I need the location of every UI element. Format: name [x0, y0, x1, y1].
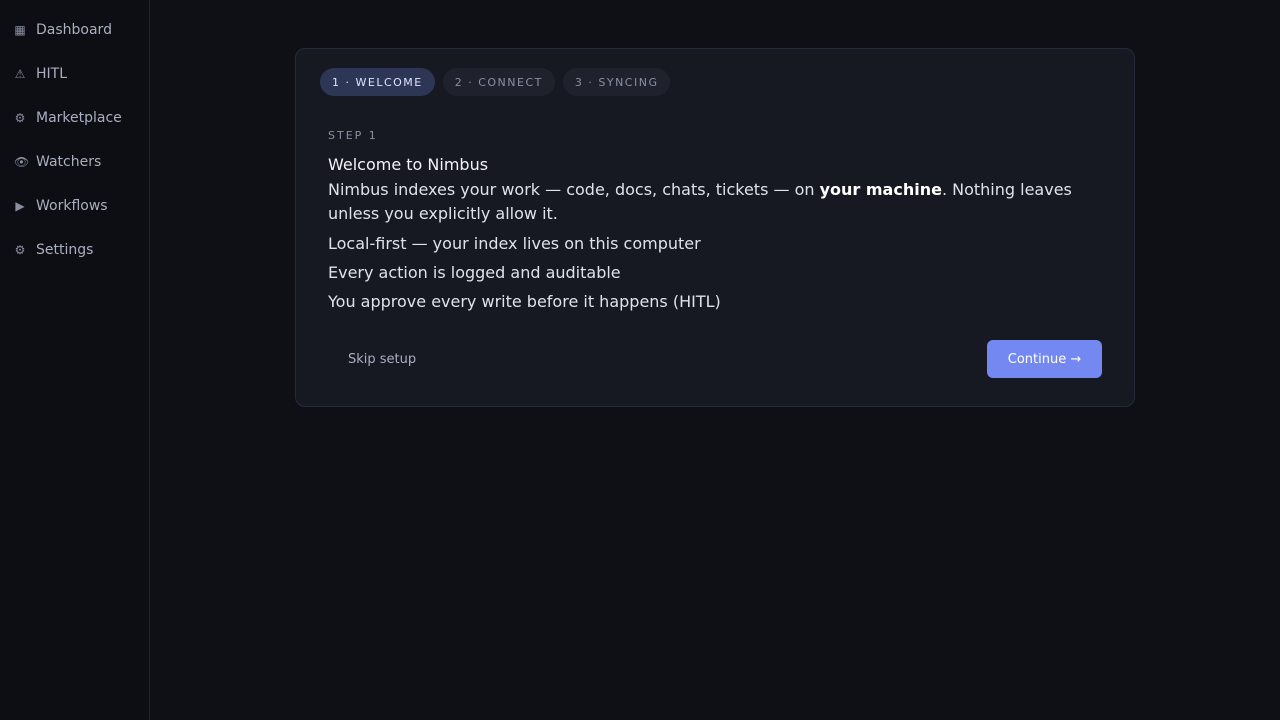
app-window: ▦ Dashboard ⚠ HITL ⚙ Marketplace 👁 Watch…: [0, 0, 1280, 720]
eye-icon: 👁: [14, 155, 30, 169]
sidebar-item-hitl[interactable]: ⚠ HITL: [0, 52, 149, 96]
sidebar-item-settings[interactable]: ⚙ Settings: [0, 228, 149, 272]
gear-icon: ⚙: [14, 111, 26, 125]
sidebar-item-label: Watchers: [36, 154, 102, 170]
page-title: Welcome to Nimbus: [328, 155, 489, 174]
feature-item: Every action is logged and auditable: [328, 263, 621, 282]
warning-icon: ⚠: [14, 67, 26, 81]
sidebar-item-workflows[interactable]: ▶ Workflows: [0, 184, 149, 228]
step-eyebrow: STEP 1: [328, 129, 378, 142]
feature-list: Local-first — your index lives on this c…: [328, 229, 1098, 316]
sidebar: ▦ Dashboard ⚠ HITL ⚙ Marketplace 👁 Watch…: [0, 0, 150, 720]
step-welcome[interactable]: 1 · WELCOME: [320, 68, 435, 96]
sidebar-item-label: HITL: [36, 66, 68, 82]
gear-icon: ⚙: [14, 243, 26, 257]
description: Nimbus indexes your work — code, docs, c…: [328, 178, 1098, 226]
step-connect[interactable]: 2 · CONNECT: [442, 68, 555, 96]
sidebar-item-label: Marketplace: [36, 110, 122, 126]
feature-item: You approve every write before it happen…: [328, 292, 721, 311]
description-text: Nimbus indexes your work — code, docs, c…: [328, 180, 820, 199]
feature-item: Local-first — your index lives on this c…: [328, 234, 701, 253]
description-emphasis: your machine: [819, 180, 942, 199]
step-syncing[interactable]: 3 · SYNCING: [562, 68, 671, 96]
onboarding-card: 1 · WELCOME 2 · CONNECT 3 · SYNCING STEP…: [295, 48, 1135, 407]
sidebar-item-label: Workflows: [36, 198, 108, 214]
step-content: STEP 1 Welcome to Nimbus Nimbus indexes …: [328, 129, 1098, 316]
sidebar-item-label: Dashboard: [36, 22, 112, 38]
play-icon: ▶: [15, 199, 25, 213]
stepper: 1 · WELCOME 2 · CONNECT 3 · SYNCING: [320, 68, 671, 96]
skip-setup-button[interactable]: Skip setup: [336, 347, 428, 371]
sidebar-item-marketplace[interactable]: ⚙ Marketplace: [0, 96, 149, 140]
dashboard-icon: ▦: [14, 23, 26, 37]
sidebar-item-watchers[interactable]: 👁 Watchers: [0, 140, 149, 184]
sidebar-item-label: Settings: [36, 242, 94, 258]
continue-button[interactable]: Continue →: [987, 340, 1102, 378]
sidebar-item-dashboard[interactable]: ▦ Dashboard: [0, 8, 149, 52]
